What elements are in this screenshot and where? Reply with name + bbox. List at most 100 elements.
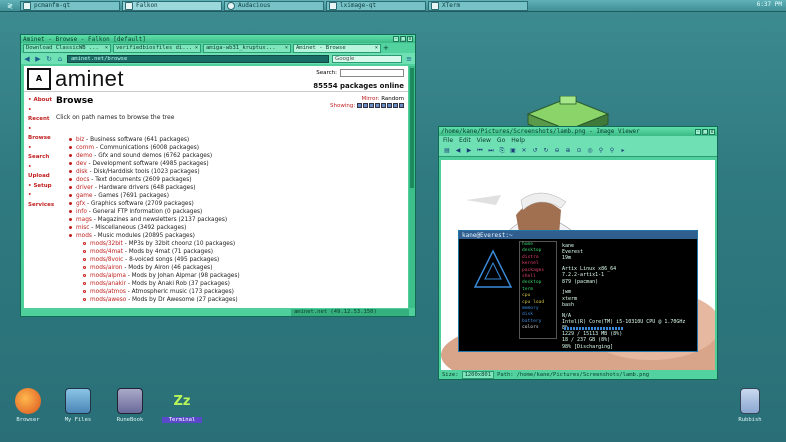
close-tab-icon[interactable]: ×	[285, 45, 290, 51]
menu-help[interactable]: Help	[511, 137, 525, 144]
close-button[interactable]: x	[709, 128, 715, 135]
category-link[interactable]: disk	[76, 169, 88, 175]
desktop-icon-browser[interactable]: Browser	[8, 388, 48, 423]
category-link[interactable]: mods/anakir	[90, 281, 126, 287]
site-search-input[interactable]	[340, 69, 404, 77]
new-tab-icon[interactable]: +	[383, 44, 389, 52]
maximize-button[interactable]: □	[702, 128, 708, 135]
sidebar-item-browse[interactable]: • Browse	[28, 125, 54, 144]
category-link[interactable]: game	[76, 193, 92, 199]
zoom-out-icon[interactable]: ⊖	[553, 147, 561, 155]
home-icon[interactable]: ⌂	[56, 55, 64, 63]
tab-classicwb[interactable]: Download ClassicWB ... ×	[23, 43, 111, 53]
category-link[interactable]: mods/8voic	[90, 257, 123, 263]
viewer-title: /home/kane/Pictures/Screenshots/lamb.png…	[441, 128, 640, 135]
category-link[interactable]: dev	[76, 161, 87, 167]
menu-view[interactable]: View	[477, 137, 491, 144]
sidebar-item-services[interactable]: • Services	[28, 191, 54, 210]
reload-icon[interactable]: ↻	[45, 55, 53, 63]
category-description: - General FTP information (0 packages)	[86, 209, 203, 215]
delete-icon[interactable]: ✕	[520, 147, 528, 155]
category-link[interactable]: mods/aweso	[90, 297, 126, 303]
zoom-icon[interactable]: ⚲	[597, 147, 605, 155]
category-link[interactable]: mods	[76, 233, 92, 239]
aminet-logo-icon[interactable]: A	[27, 67, 51, 90]
tab-aminet-browse[interactable]: Aminet - Browse ×	[293, 43, 381, 53]
minimize-button[interactable]: -	[695, 128, 701, 135]
slideshow-icon[interactable]: ▸	[619, 147, 627, 155]
category-link[interactable]: driver	[76, 185, 93, 191]
sidebar-item-search[interactable]: • Search	[28, 144, 54, 163]
rotate-left-icon[interactable]: ↺	[531, 147, 539, 155]
category-link[interactable]: info	[76, 209, 87, 215]
clock[interactable]: 6:37 PM	[757, 1, 782, 8]
browser-titlebar[interactable]: Aminet - Browse - Falkon [default] - □ x	[21, 35, 415, 43]
forward-icon[interactable]: ▶	[34, 55, 42, 63]
category-link[interactable]: docs	[76, 177, 89, 183]
category-link[interactable]: mags	[76, 217, 92, 223]
minimize-button[interactable]: -	[393, 36, 399, 42]
menu-go[interactable]: Go	[497, 137, 505, 144]
tab-biosfiles[interactable]: verifiedbiosfiles di... ×	[113, 43, 201, 53]
save-icon[interactable]: ▣	[509, 147, 517, 155]
category-link[interactable]: mods/airon	[90, 265, 123, 271]
previous-icon[interactable]: ◀	[454, 147, 462, 155]
category-link[interactable]: misc	[76, 225, 89, 231]
task-falkon[interactable]: Falkon	[122, 0, 222, 11]
task-pcmanfm[interactable]: pcmanfm-qt	[20, 0, 120, 11]
close-tab-icon[interactable]: ×	[375, 45, 380, 51]
sidebar-item-setup[interactable]: • Setup	[28, 182, 54, 192]
maximize-button[interactable]: □	[400, 36, 406, 42]
category-link[interactable]: mods/32bit	[90, 241, 123, 247]
desktop-icon-my-files[interactable]: My Files	[58, 388, 98, 423]
menu-edit[interactable]: Edit	[459, 137, 471, 144]
page-scrollbar[interactable]	[409, 66, 415, 308]
viewer-titlebar[interactable]: /home/kane/Pictures/Screenshots/lamb.png…	[439, 127, 717, 136]
category-link[interactable]: mods/4mat	[90, 249, 123, 255]
first-icon[interactable]: ⏮	[476, 147, 484, 155]
close-button[interactable]: x	[407, 36, 413, 42]
task-label: XTerm	[442, 2, 461, 9]
mirror-label[interactable]: Mirror:	[362, 96, 380, 102]
desktop-icon-rubbish[interactable]: Rubbish	[730, 388, 770, 423]
close-tab-icon[interactable]: ×	[195, 45, 200, 51]
next-icon[interactable]: ▶	[465, 147, 473, 155]
last-icon[interactable]: ⏭	[487, 147, 495, 155]
scrollbar-thumb[interactable]	[410, 68, 414, 188]
category-link[interactable]: mods/alpma	[90, 273, 126, 279]
image-icon	[329, 1, 337, 10]
sidebar-item-upload[interactable]: • Upload	[28, 163, 54, 182]
url-input[interactable]: aminet.net/browse	[67, 54, 329, 63]
menu-file[interactable]: File	[443, 137, 453, 144]
desktop-icon-terminal[interactable]: Zz Terminal	[162, 388, 202, 423]
close-tab-icon[interactable]: ×	[105, 45, 110, 51]
menu-icon[interactable]: ≡	[405, 55, 413, 63]
filter-icons[interactable]	[357, 103, 404, 108]
zoom-original-icon[interactable]: ◎	[586, 147, 594, 155]
terminal-titlebar[interactable]: kane@Everest:~	[459, 231, 697, 239]
open-folder-icon[interactable]: ▤	[443, 147, 451, 155]
tab-amiga-wb[interactable]: amiga-wb31_kruptux... ×	[203, 43, 291, 53]
copy-icon[interactable]: ⎘	[498, 147, 506, 155]
desktop-icon-runebook[interactable]: RuneBook	[110, 388, 150, 423]
zoom-in-icon[interactable]: ⊕	[564, 147, 572, 155]
icon-label: Browser	[16, 417, 40, 423]
category-link[interactable]: demo	[76, 153, 92, 159]
task-audacious[interactable]: Audacious	[224, 0, 324, 11]
terminal-window[interactable]: kane@Everest:~ home desktop distro kernel pa…	[458, 230, 698, 352]
back-icon[interactable]: ◀	[23, 55, 31, 63]
bullet-icon	[69, 210, 72, 213]
search-engine-input[interactable]: Google	[332, 54, 402, 63]
start-menu-button[interactable]: ≷	[0, 0, 20, 12]
category-link[interactable]: mods/atmos	[90, 289, 126, 295]
rotate-right-icon[interactable]: ↻	[542, 147, 550, 155]
site-brand[interactable]: aminet	[55, 66, 124, 92]
category-link[interactable]: gfx	[76, 201, 85, 207]
category-link[interactable]: comm	[76, 145, 94, 151]
task-xterm[interactable]: XTerm	[428, 0, 528, 11]
zoom-fit-icon[interactable]: ⊙	[575, 147, 583, 155]
task-lximage[interactable]: lximage-qt	[326, 0, 426, 11]
zoom-icon-2[interactable]: ⚲	[608, 147, 616, 155]
sidebar-item-recent[interactable]: • Recent	[28, 106, 54, 125]
sidebar-item-about[interactable]: • About	[28, 96, 54, 106]
